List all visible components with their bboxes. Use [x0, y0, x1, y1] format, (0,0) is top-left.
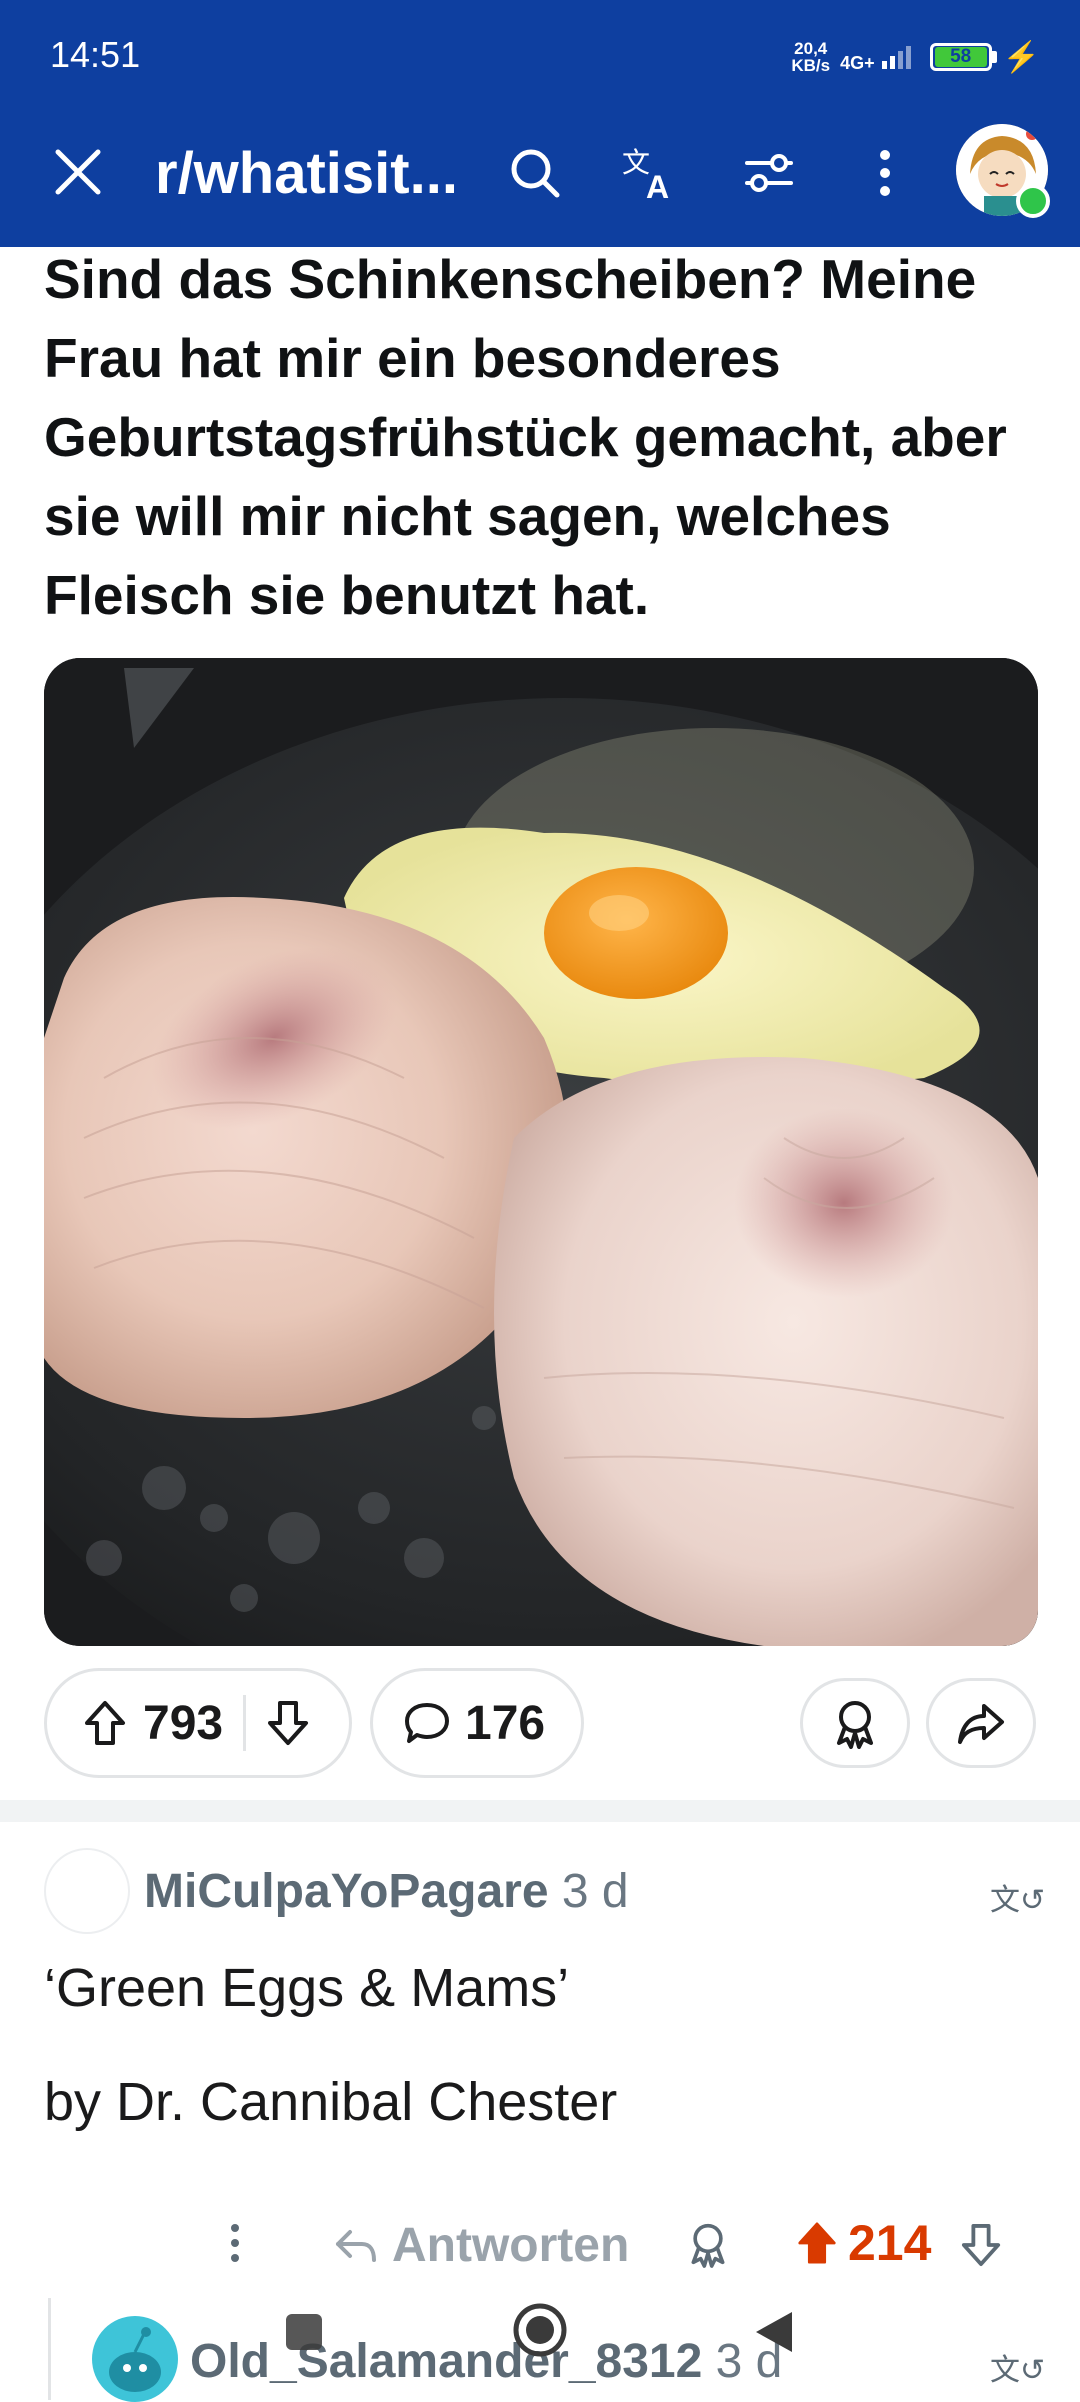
more-button[interactable] [852, 140, 918, 206]
award-icon [691, 2223, 725, 2268]
network-speed-unit: KB/s [791, 56, 831, 75]
charging-icon: ⚡ [1002, 40, 1040, 74]
translate-icon: 文↺ [990, 2354, 1046, 2387]
translate-icon: 文↺ [990, 1884, 1046, 1917]
top-bar: 14:51 20,4 KB/s 4G+ 58 ⚡ r/whatisit... 文… [0, 0, 1080, 247]
comment-line-2: by Dr. Cannibal Chester [44, 2072, 618, 2132]
more-vertical-icon [880, 150, 890, 196]
network-type: 4G+ [840, 52, 875, 73]
back-button[interactable] [752, 2308, 796, 2361]
comment-translate-button[interactable]: 文↺ [990, 1875, 1045, 1919]
online-status-dot [1016, 184, 1050, 218]
app-bar: r/whatisit... 文 A [0, 118, 1080, 228]
close-icon [55, 149, 101, 195]
home-button[interactable] [512, 2302, 568, 2363]
award-icon [837, 1701, 873, 1749]
reply-avatar[interactable] [92, 2316, 178, 2402]
upvote-icon [85, 1701, 125, 1745]
signal-bars-icon [881, 45, 911, 69]
recents-button[interactable] [284, 2312, 324, 2357]
comment-actions: Antworten 214 [0, 2210, 1080, 2280]
signal-icon: 4G+ [840, 43, 920, 72]
comment-icon [403, 1699, 451, 1747]
comment-count: 176 [465, 1696, 546, 1750]
home-icon [513, 2303, 567, 2357]
downvote-icon [268, 1701, 309, 1745]
vote-control: 793 [44, 1668, 352, 1778]
reply-button[interactable]: Antworten [334, 2218, 629, 2273]
comment-line-1: ‘Green Eggs & Mams’ [44, 1958, 570, 2018]
translate-button[interactable]: 文 A [618, 140, 684, 206]
more-vertical-icon [231, 2224, 239, 2262]
downvote-button[interactable] [266, 1699, 310, 1747]
vote-count: 793 [143, 1696, 224, 1750]
reply-label: Antworten [392, 2219, 630, 2272]
reply-translate-button[interactable]: 文↺ [990, 2345, 1045, 2389]
section-divider [0, 1800, 1080, 1822]
upvote-button[interactable] [83, 1699, 127, 1747]
comment-more-button[interactable] [228, 2218, 242, 2280]
comment-author[interactable]: MiCulpaYoPagare [144, 1865, 549, 1918]
back-triangle-icon [756, 2312, 792, 2352]
frying-pan-image [44, 658, 1038, 1646]
snoo-avatar-icon [109, 2327, 161, 2392]
subreddit-name[interactable]: r/whatisit... [155, 140, 458, 207]
translate-icon: 文 A [622, 146, 669, 204]
comment-author-line: MiCulpaYoPagare 3 d [144, 1864, 629, 1919]
comment-award-button[interactable] [686, 2220, 730, 2273]
upvote-filled-icon [798, 2222, 836, 2264]
network-speed: 20,4 KB/s [791, 40, 830, 74]
comment-body: ‘Green Eggs & Mams’ by Dr. Cannibal Ches… [44, 1950, 1024, 2140]
comment-score: 214 [848, 2215, 932, 2271]
comment-time: 3 d [561, 1865, 629, 1918]
comments-button[interactable]: 176 [370, 1668, 584, 1778]
status-time: 14:51 [50, 34, 141, 75]
recents-icon [286, 2314, 322, 2350]
comment-upvote-button[interactable]: 214 [796, 2214, 931, 2272]
battery-icon: 58 ⚡ [929, 40, 1040, 75]
close-button[interactable] [48, 142, 108, 202]
battery-level: 58 [934, 47, 987, 67]
share-button[interactable] [926, 1678, 1036, 1768]
status-indicators: 20,4 KB/s 4G+ 58 ⚡ [791, 32, 1040, 82]
post-image[interactable] [44, 658, 1038, 1646]
filter-button[interactable] [736, 140, 802, 206]
filter-icon [745, 154, 793, 192]
reply-icon [336, 2229, 376, 2262]
thread-line [48, 2298, 51, 2400]
share-icon [958, 1704, 1004, 1744]
svg-text:A: A [646, 169, 669, 204]
reply-author[interactable]: Old_Salamander_8312 [190, 2335, 702, 2388]
search-icon [511, 149, 560, 198]
search-button[interactable] [502, 140, 568, 206]
post-title: Sind das Schinkenscheiben? Meine Frau ha… [44, 248, 1007, 626]
comment-downvote-button[interactable] [960, 2222, 1002, 2273]
reply-author-line: Old_Salamander_8312 3 d [190, 2334, 782, 2389]
vote-divider [243, 1695, 247, 1751]
award-button[interactable] [800, 1678, 910, 1768]
comment-avatar[interactable] [44, 1848, 130, 1934]
downvote-icon [961, 2224, 1001, 2266]
network-speed-value: 20,4 [794, 39, 828, 58]
